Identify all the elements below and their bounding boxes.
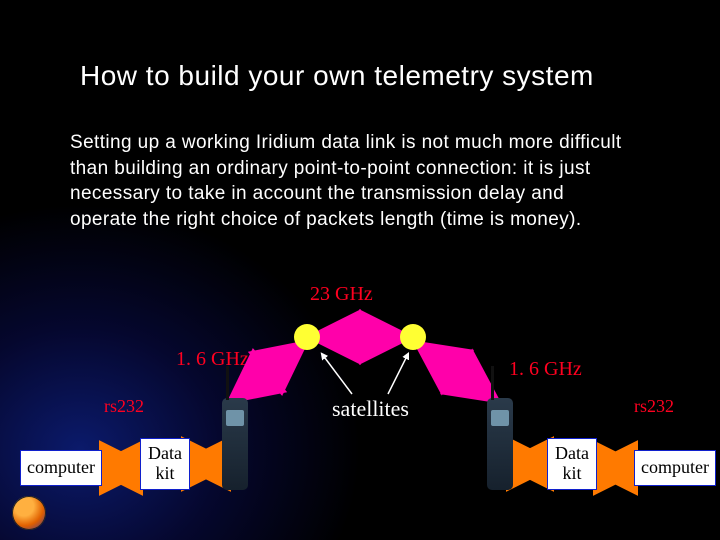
- iridium-phone-left: [222, 398, 248, 490]
- node-computer-left: computer: [20, 450, 102, 486]
- node-datakit-left: Data kit: [140, 438, 190, 490]
- slide: How to build your own telemetry system S…: [0, 0, 720, 540]
- globe-icon: [12, 496, 46, 530]
- node-datakit-right: Data kit: [547, 438, 597, 490]
- satellite-node-right: [400, 324, 426, 350]
- node-computer-right: computer: [634, 450, 716, 486]
- satellite-node-left: [294, 324, 320, 350]
- diagram-arrows: [0, 0, 720, 540]
- iridium-phone-right: [487, 398, 513, 490]
